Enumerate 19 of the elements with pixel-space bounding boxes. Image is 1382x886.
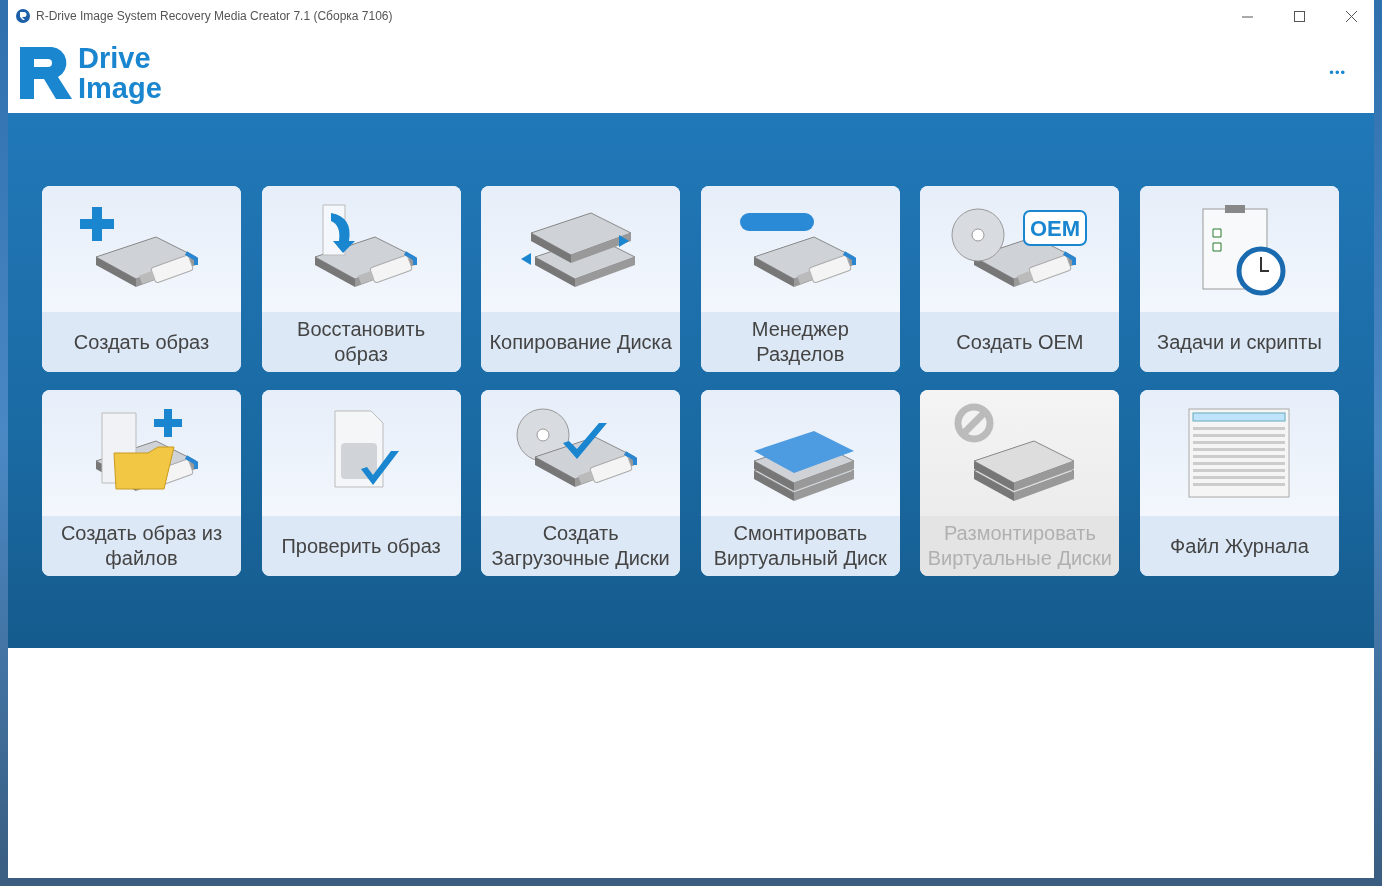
more-menu-button[interactable]: •••: [1325, 61, 1350, 84]
logo-text: Image: [78, 72, 162, 103]
app-icon: [16, 9, 30, 23]
close-icon: [1345, 10, 1357, 22]
action-tile[interactable]: Копирование Диска: [481, 186, 681, 372]
action-tile[interactable]: OEM Создать OEM: [920, 186, 1120, 372]
action-tile[interactable]: Задачи и скрипты: [1139, 186, 1339, 372]
action-tile[interactable]: Создать образ из файлов: [42, 390, 241, 576]
action-tile[interactable]: Создать образ: [42, 186, 241, 372]
logo-icon: [18, 44, 74, 101]
action-tile[interactable]: Создать Загрузочные Диски: [481, 390, 681, 576]
action-tile[interactable]: Смонтировать Виртуальный Диск: [700, 390, 900, 576]
action-tile[interactable]: Менеджер Разделов: [700, 186, 900, 372]
maximize-icon: [1293, 10, 1305, 22]
logo-text: Drive: [78, 42, 152, 73]
window-title: R-Drive Image System Recovery Media Creator 7.1 (Сборка 7106): [36, 9, 394, 23]
action-tile[interactable]: Восстановить образ: [261, 186, 461, 372]
action-tile[interactable]: Файл Журнала: [1139, 390, 1339, 576]
action-tile[interactable]: Проверить образ: [261, 390, 461, 576]
